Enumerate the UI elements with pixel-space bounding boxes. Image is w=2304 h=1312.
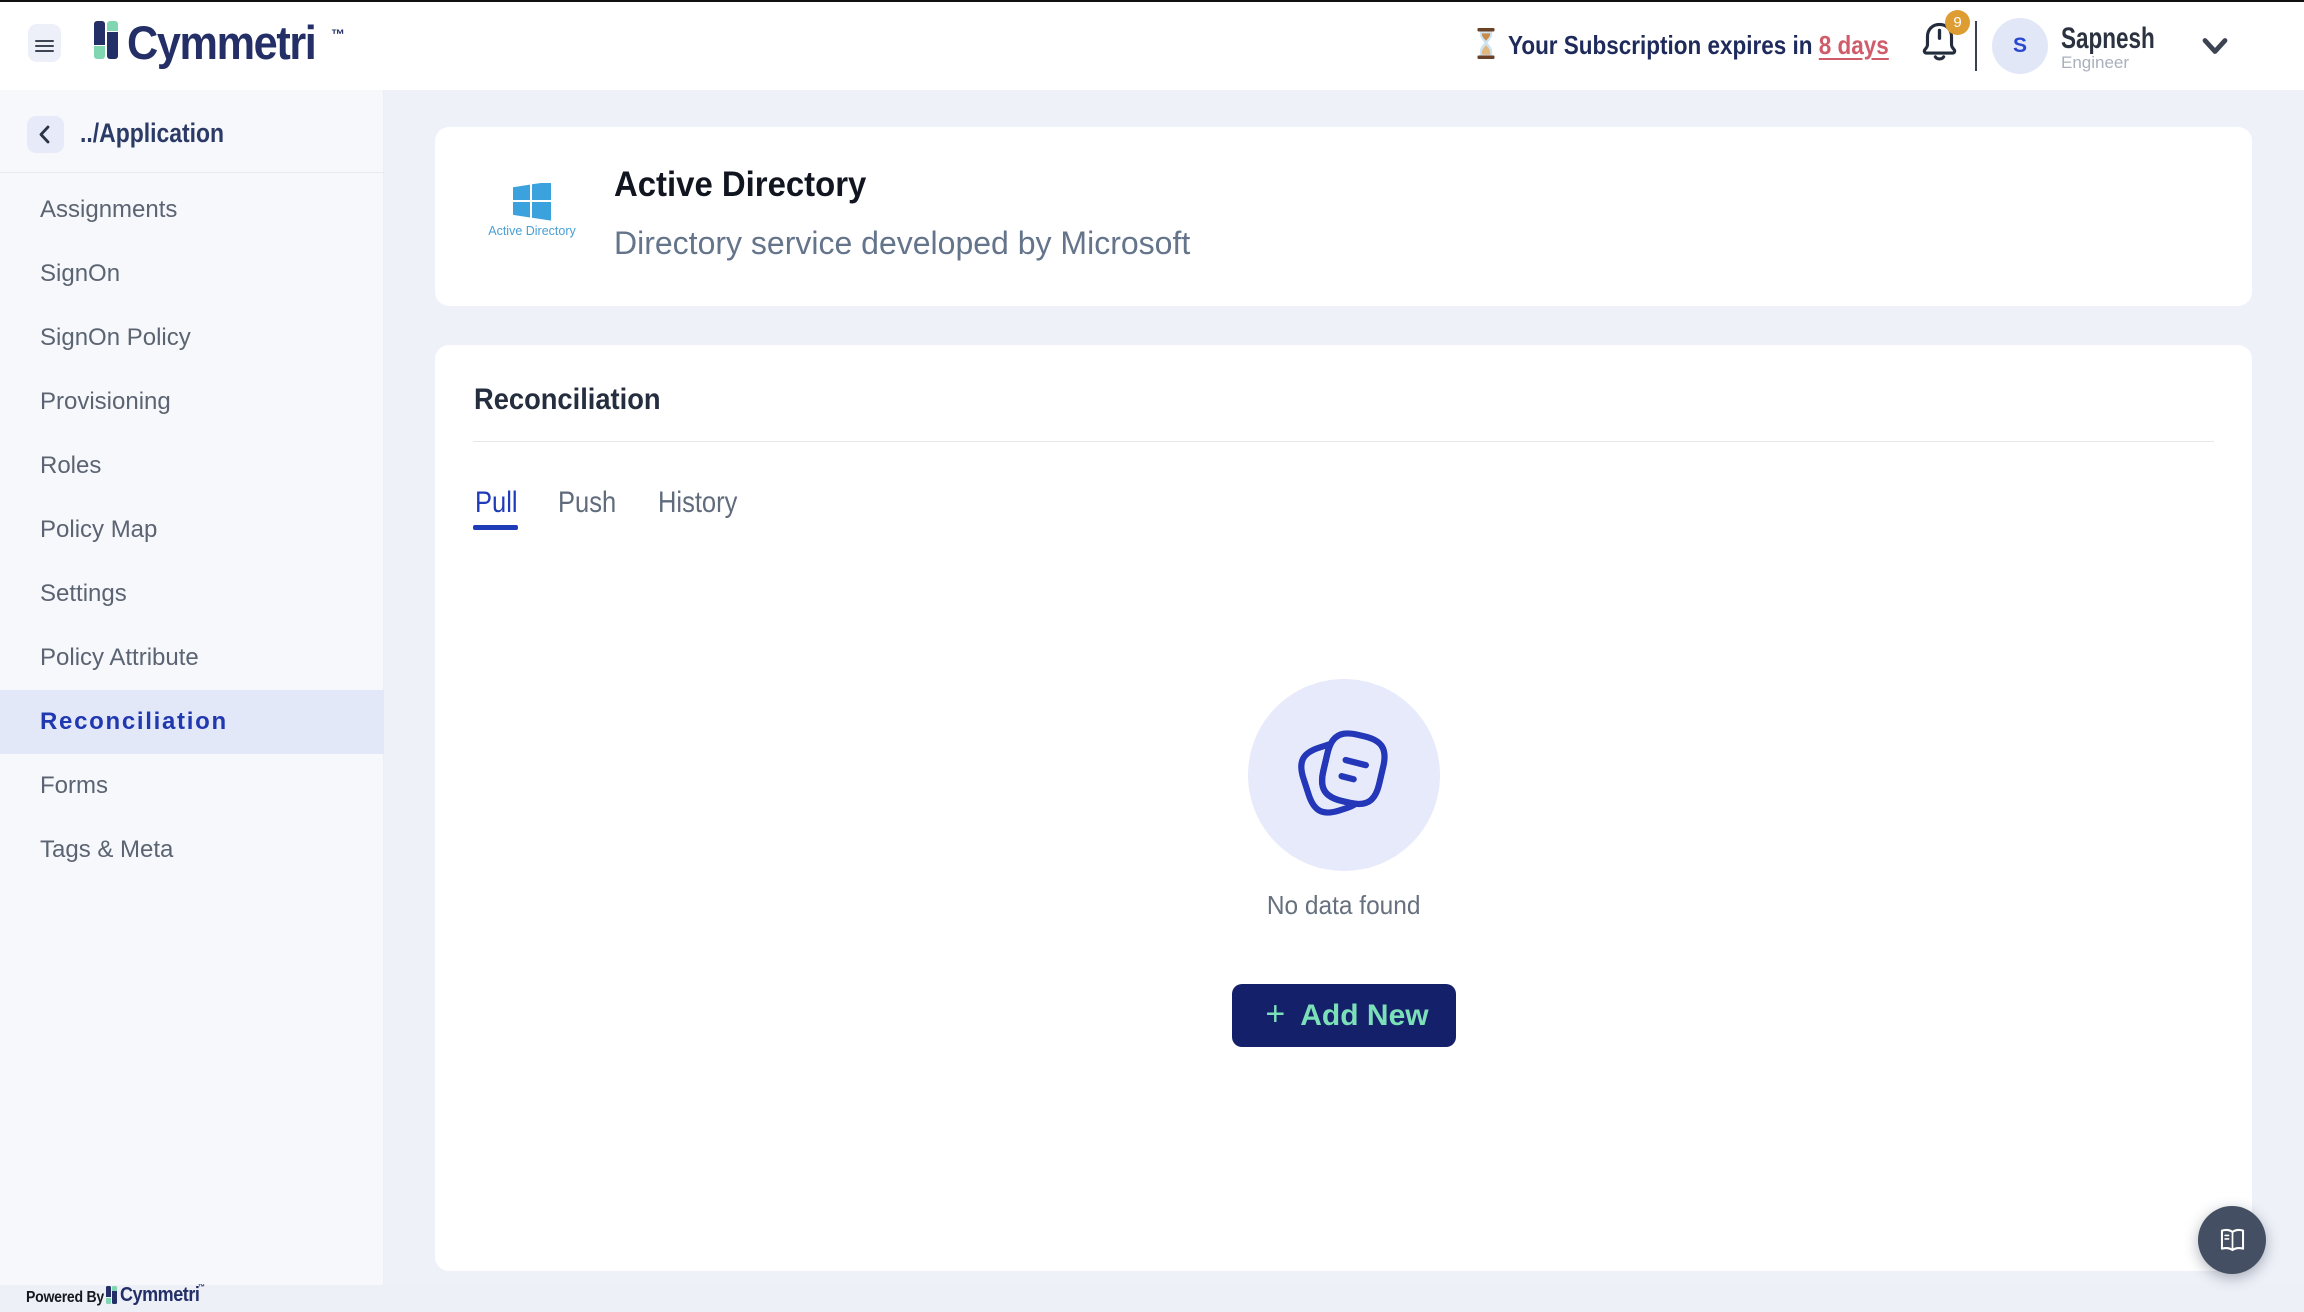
svg-text:Active Directory: Active Directory xyxy=(488,224,576,238)
